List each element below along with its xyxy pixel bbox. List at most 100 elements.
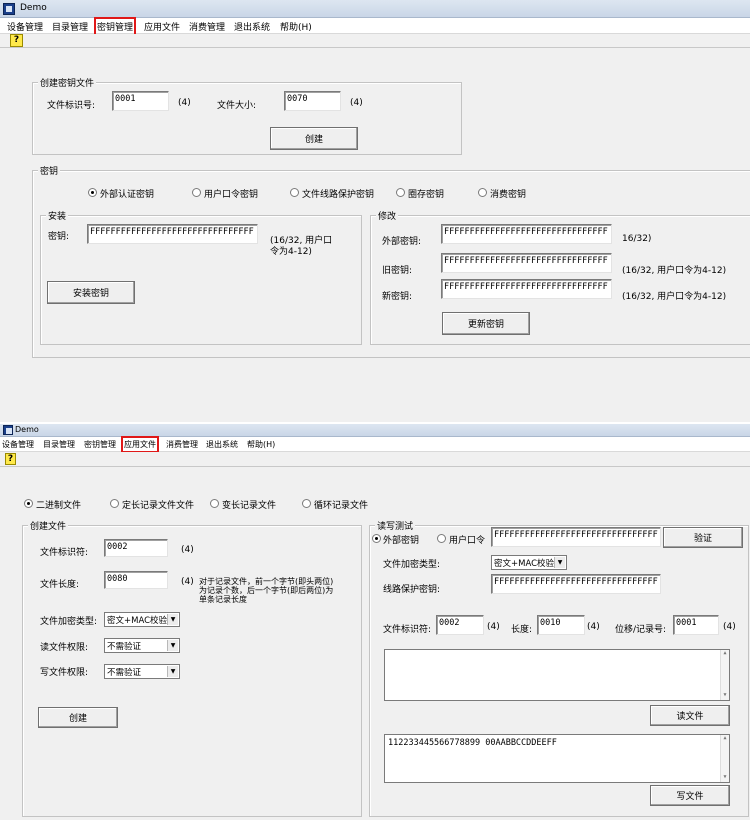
read-output-scrollbar[interactable]: ▲ ▼ xyxy=(720,650,729,700)
verify-button[interactable]: 验证 xyxy=(663,527,743,548)
radio-consume-key-label: 消费密钥 xyxy=(490,190,527,200)
menu-directory[interactable]: 目录管理 xyxy=(52,20,88,33)
radio-load-key[interactable] xyxy=(396,188,405,197)
rw-length-input[interactable]: 0010 xyxy=(537,615,585,635)
radio-consume-key[interactable] xyxy=(478,188,487,197)
radio-load-key-label: 圈存密钥 xyxy=(408,190,445,200)
file-size-label: 文件大小: xyxy=(217,101,257,111)
radio-cyclic-record-file-label: 循环记录文件 xyxy=(314,501,369,511)
write-permission-select[interactable]: 不需验证 ▼ xyxy=(104,664,180,679)
radio-user-pin-label: 用户口令 xyxy=(449,536,486,546)
read-output-area[interactable]: ▲ ▼ xyxy=(384,649,730,701)
radio-variable-record-file-label: 变长记录文件 xyxy=(222,501,277,511)
radio-variable-record-file[interactable] xyxy=(210,499,219,508)
modify-legend: 修改 xyxy=(376,209,399,222)
key-management-window: Demo 设备管理 目录管理 密钥管理 应用文件 消费管理 退出系统 帮助(H)… xyxy=(0,0,750,422)
file-length-input[interactable]: 0080 xyxy=(104,571,168,589)
write-input-scrollbar[interactable]: ▲ ▼ xyxy=(720,735,729,782)
radio-user-pin-key[interactable] xyxy=(192,188,201,197)
radio-line-protect-key-label: 文件线路保护密钥 xyxy=(302,190,375,200)
read-permission-label: 读文件权限: xyxy=(40,643,89,653)
write-file-button[interactable]: 写文件 xyxy=(650,785,730,806)
update-key-button[interactable]: 更新密钥 xyxy=(442,312,530,335)
window-title: Demo xyxy=(20,3,47,13)
radio-external-auth-key-label: 外部认证密钥 xyxy=(100,190,155,200)
radio-fixed-record-file[interactable] xyxy=(110,499,119,508)
menu-help-2[interactable]: 帮助(H) xyxy=(247,439,275,450)
radio-external-key-label: 外部密钥 xyxy=(383,536,420,546)
menu-device-2[interactable]: 设备管理 xyxy=(2,439,34,450)
read-permission-select[interactable]: 不需验证 ▼ xyxy=(104,638,180,653)
menu-device[interactable]: 设备管理 xyxy=(7,20,43,33)
file-length-hint: (4) xyxy=(181,577,194,587)
install-key-label: 密钥: xyxy=(48,232,70,242)
menu-app-file-2[interactable]: 应用文件 xyxy=(121,436,159,453)
menu-help[interactable]: 帮助(H) xyxy=(280,20,312,33)
file-size-hint: (4) xyxy=(350,98,363,108)
create-file-button[interactable]: 创建 xyxy=(38,707,118,728)
chevron-down-icon: ▼ xyxy=(167,640,178,651)
menu-bar: 设备管理 目录管理 密钥管理 应用文件 消费管理 退出系统 帮助(H) xyxy=(0,17,750,36)
rw-offset-input[interactable]: 0001 xyxy=(673,615,719,635)
external-key-label: 外部密钥: xyxy=(382,237,422,247)
app-file-window: Demo 设备管理 目录管理 密钥管理 应用文件 消费管理 退出系统 帮助(H)… xyxy=(0,424,750,820)
read-file-button[interactable]: 读文件 xyxy=(650,705,730,726)
rw-offset-hint: (4) xyxy=(723,622,736,632)
external-key-input[interactable]: FFFFFFFFFFFFFFFFFFFFFFFFFFFFFFFF xyxy=(441,224,612,244)
help-icon[interactable]: ? xyxy=(10,34,23,47)
install-hint-line2: 令为4-12) xyxy=(270,247,312,257)
scroll-down-icon[interactable]: ▼ xyxy=(721,774,729,782)
scroll-up-icon[interactable]: ▲ xyxy=(721,650,729,658)
create-key-file-group: 创建密钥文件 xyxy=(32,76,462,155)
rw-file-identifier-input[interactable]: 0002 xyxy=(436,615,484,635)
file-size-input[interactable]: 0070 xyxy=(284,91,341,111)
radio-cyclic-record-file[interactable] xyxy=(302,499,311,508)
create-key-file-button[interactable]: 创建 xyxy=(270,127,358,150)
write-input-area[interactable]: 112233445566778899 00AABBCCDDEEFF ▲ ▼ xyxy=(384,734,730,783)
menu-directory-2[interactable]: 目录管理 xyxy=(43,439,75,450)
file-length-label: 文件长度: xyxy=(40,580,80,590)
file-identifier-input[interactable]: 0002 xyxy=(104,539,168,557)
radio-external-auth-key[interactable] xyxy=(88,188,97,197)
install-key-button[interactable]: 安装密钥 xyxy=(47,281,135,304)
menu-app-file[interactable]: 应用文件 xyxy=(144,20,180,33)
app-logo-icon xyxy=(3,3,15,15)
rw-encryption-type-value: 密文+MAC校验 xyxy=(494,559,555,569)
read-write-test-legend: 读写测试 xyxy=(375,519,416,532)
rw-length-label: 长度: xyxy=(511,625,533,635)
scroll-up-icon[interactable]: ▲ xyxy=(721,735,729,743)
old-key-input[interactable]: FFFFFFFFFFFFFFFFFFFFFFFFFFFFFFFF xyxy=(441,253,612,273)
encryption-type-select[interactable]: 密文+MAC校验 ▼ xyxy=(104,612,180,627)
rw-file-identifier-label: 文件标识符: xyxy=(383,625,432,635)
menu-consume[interactable]: 消费管理 xyxy=(189,20,225,33)
menu-exit[interactable]: 退出系统 xyxy=(234,20,270,33)
scroll-down-icon[interactable]: ▼ xyxy=(721,692,729,700)
rw-file-identifier-hint: (4) xyxy=(487,622,500,632)
new-key-hint: (16/32, 用户口令为4-12) xyxy=(622,292,727,302)
menu-exit-2[interactable]: 退出系统 xyxy=(206,439,238,450)
menu-key-management[interactable]: 密钥管理 xyxy=(93,17,137,36)
menu-key-management-2[interactable]: 密钥管理 xyxy=(84,439,116,450)
toolbar: ? xyxy=(0,34,750,48)
new-key-input[interactable]: FFFFFFFFFFFFFFFFFFFFFFFFFFFFFFFF xyxy=(441,279,612,299)
radio-external-key[interactable] xyxy=(372,534,381,543)
write-input-text: 112233445566778899 00AABBCCDDEEFF xyxy=(388,738,557,748)
radio-user-pin[interactable] xyxy=(437,534,446,543)
create-key-file-legend: 创建密钥文件 xyxy=(38,76,97,89)
new-key-label: 新密钥: xyxy=(382,292,413,302)
help-icon-2[interactable]: ? xyxy=(5,453,16,465)
rw-encryption-type-label: 文件加密类型: xyxy=(383,560,441,570)
file-id-input[interactable]: 0001 xyxy=(112,91,169,111)
install-key-input[interactable]: FFFFFFFFFFFFFFFFFFFFFFFFFFFFFFFF xyxy=(87,224,258,244)
key-group-legend: 密钥 xyxy=(38,164,61,177)
chevron-down-icon: ▼ xyxy=(167,666,178,677)
verify-key-input[interactable]: FFFFFFFFFFFFFFFFFFFFFFFFFFFFFFFF xyxy=(491,527,661,547)
radio-binary-file[interactable] xyxy=(24,499,33,508)
rw-encryption-type-select[interactable]: 密文+MAC校验 ▼ xyxy=(491,555,567,570)
external-key-hint: 16/32) xyxy=(622,234,652,244)
radio-line-protect-key[interactable] xyxy=(290,188,299,197)
write-permission-label: 写文件权限: xyxy=(40,668,89,678)
menu-consume-2[interactable]: 消费管理 xyxy=(166,439,198,450)
line-protect-key-input[interactable]: FFFFFFFFFFFFFFFFFFFFFFFFFFFFFFFF xyxy=(491,574,661,594)
rw-length-hint: (4) xyxy=(587,622,600,632)
